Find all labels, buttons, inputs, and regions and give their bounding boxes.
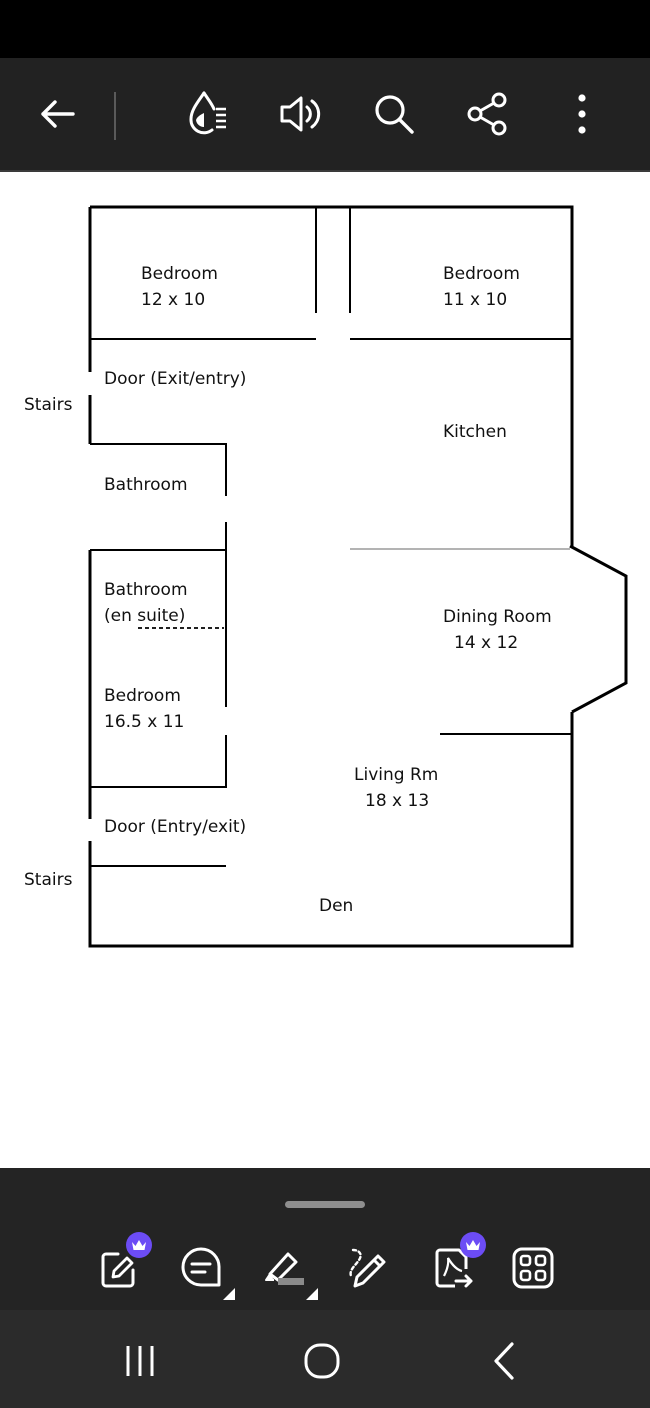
- reading-mode-button[interactable]: [177, 84, 237, 144]
- search-icon: [375, 95, 414, 134]
- top-toolbar: [0, 58, 650, 172]
- den-label: Den: [319, 896, 354, 916]
- kitchen-label: Kitchen: [443, 422, 507, 442]
- dining-room-size: 14 x 12: [454, 633, 519, 653]
- stairs-bottom-label: Stairs: [24, 870, 73, 890]
- premium-badge: [460, 1232, 486, 1258]
- more-vertical-icon: [578, 94, 586, 134]
- recents-button[interactable]: [110, 1336, 170, 1386]
- system-navigation-bar: [0, 1310, 650, 1408]
- share-button[interactable]: [458, 84, 518, 144]
- edit-pdf-button[interactable]: [90, 1232, 152, 1296]
- all-tools-icon: [512, 1247, 554, 1289]
- search-button[interactable]: [364, 84, 424, 144]
- all-tools-button[interactable]: [505, 1240, 561, 1296]
- crown-icon: [132, 1240, 146, 1250]
- living-room-size: 18 x 13: [365, 791, 430, 811]
- status-bar: [0, 0, 650, 58]
- recents-icon: [126, 1346, 154, 1376]
- bottom-toolbar: [0, 1168, 650, 1310]
- dropdown-corner-icon: [306, 1288, 318, 1300]
- read-aloud-button[interactable]: [270, 84, 330, 144]
- more-options-button[interactable]: [552, 84, 612, 144]
- stairs-top-label: Stairs: [24, 395, 73, 415]
- bedroom-3-label: Bedroom: [104, 686, 181, 706]
- nav-back-icon: [494, 1342, 514, 1380]
- share-icon: [467, 92, 507, 136]
- reading-mode-icon: [189, 91, 226, 135]
- door-entry-exit-label: Door (Entry/exit): [104, 817, 247, 837]
- document-page[interactable]: Bedroom 12 x 10 Bedroom 11 x 10 Door (Ex…: [0, 174, 650, 1168]
- toolbar-divider: [114, 92, 116, 140]
- export-pdf-button[interactable]: [424, 1232, 486, 1296]
- home-button[interactable]: [292, 1336, 352, 1386]
- bedroom-2-label: Bedroom: [443, 264, 520, 284]
- bathroom-label: Bathroom: [104, 475, 188, 495]
- draw-button[interactable]: [339, 1240, 395, 1296]
- dropdown-corner-icon: [223, 1288, 235, 1300]
- bedroom-1-label: Bedroom: [141, 264, 218, 284]
- crown-icon: [466, 1240, 480, 1250]
- door-exit-entry-label: Door (Exit/entry): [104, 369, 247, 389]
- speaker-icon: [280, 96, 321, 132]
- highlighter-button[interactable]: [256, 1240, 318, 1300]
- draw-pen-icon: [349, 1248, 386, 1288]
- comment-button[interactable]: [173, 1240, 235, 1300]
- drag-handle[interactable]: [285, 1201, 365, 1208]
- living-room-label: Living Rm: [354, 765, 439, 785]
- bedroom-1-size: 12 x 10: [141, 290, 206, 310]
- home-icon: [304, 1343, 340, 1379]
- bedroom-2-size: 11 x 10: [443, 290, 508, 310]
- bedroom-3-size: 16.5 x 11: [104, 712, 185, 732]
- back-button[interactable]: [27, 84, 87, 144]
- back-arrow-icon: [41, 100, 75, 128]
- floor-plan-drawing: [88, 205, 628, 948]
- highlighter-icon: [265, 1252, 304, 1285]
- bathroom-ensuite-label: Bathroom: [104, 580, 188, 600]
- comment-icon: [181, 1247, 221, 1287]
- premium-badge: [126, 1232, 152, 1258]
- system-back-button[interactable]: [474, 1336, 534, 1386]
- bathroom-ensuite-sublabel: (en suite): [104, 606, 186, 626]
- dining-room-label: Dining Room: [443, 607, 552, 627]
